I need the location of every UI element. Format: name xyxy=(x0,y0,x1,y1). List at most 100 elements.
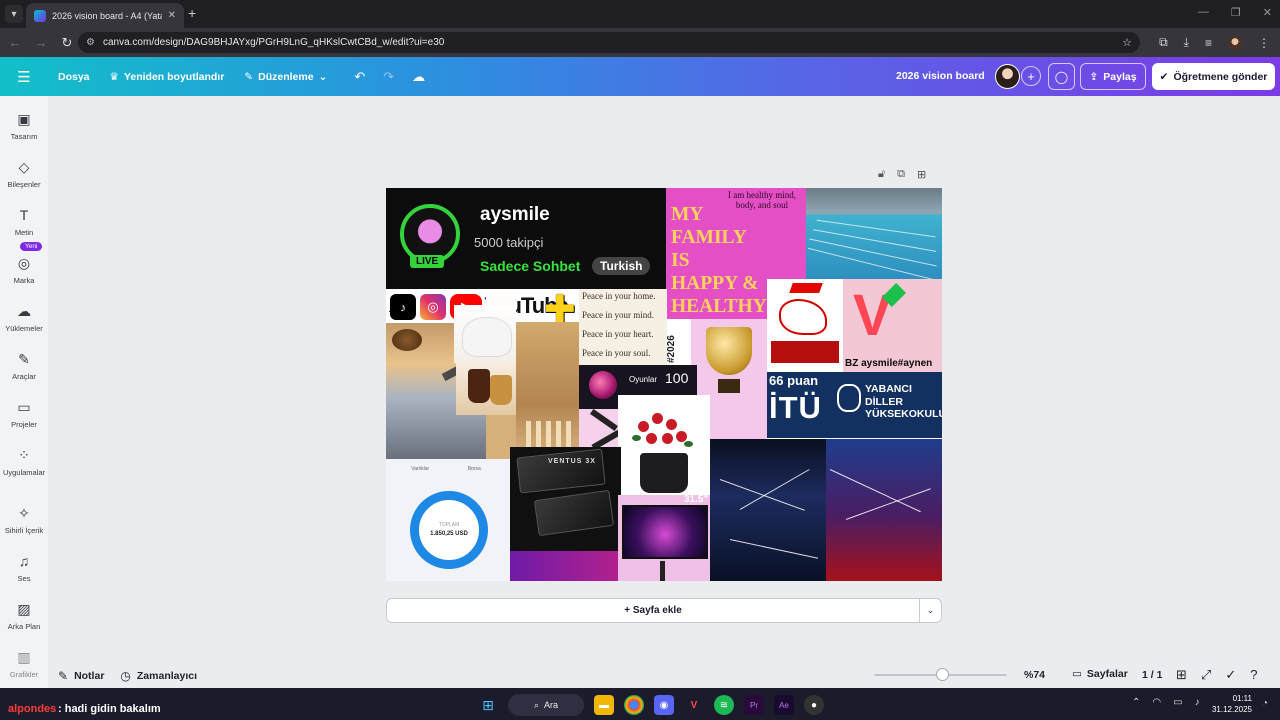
chrome-icon[interactable] xyxy=(624,695,644,715)
monitor-stand xyxy=(660,561,665,581)
help-icon[interactable]: ? xyxy=(1250,667,1257,683)
year-tag-image[interactable]: #2026 xyxy=(667,319,691,369)
file-explorer-icon[interactable]: ▬ xyxy=(594,695,614,715)
after-effects-icon[interactable]: Ae xyxy=(774,695,794,715)
new-tab-button[interactable]: + xyxy=(188,5,196,21)
browser-tab[interactable]: 2026 vision board - A4 (Yatay) ✕ xyxy=(26,3,184,28)
forward-icon[interactable]: → xyxy=(28,35,54,50)
premiere-icon[interactable]: Pr xyxy=(744,695,764,715)
sidebar-item-magic[interactable]: ✧ Sihirli İçerik xyxy=(0,504,48,535)
discord-icon[interactable]: ◉ xyxy=(654,695,674,715)
zoom-value[interactable]: %74 xyxy=(1024,669,1045,681)
share-button[interactable]: ⇪ Paylaş xyxy=(1080,63,1146,90)
sidebar-item-projects[interactable]: ▭ Projeler xyxy=(0,398,48,429)
itu-university-image[interactable]: 66 puan İTÜ YABANCI DİLLER YÜKSEKOKULU xyxy=(767,372,942,438)
notes-button[interactable]: ✎ Notlar xyxy=(58,669,104,683)
resize-button[interactable]: ♛ Yeniden boyutlandır xyxy=(100,57,235,96)
graphics-card-image[interactable]: VENTUS 3X xyxy=(510,447,621,581)
left-sidebar: ▣ Tasarım ◇ Bileşenler T Metin Yeni ◎ Ma… xyxy=(0,96,48,688)
extensions-icon[interactable]: ⧉ xyxy=(1159,35,1168,50)
wallet-balance-image[interactable]: Varlıklar Borsa TOPLAM 1.850,25 USD xyxy=(386,459,510,581)
user-avatar[interactable] xyxy=(995,64,1020,89)
sidebar-item-brand[interactable]: Yeni ◎ Marka xyxy=(0,242,48,285)
sidebar-item-tools[interactable]: ✎ Araçlar xyxy=(0,350,48,381)
pages-button[interactable]: ▭ Sayfalar xyxy=(1072,668,1128,680)
obs-icon[interactable]: ● xyxy=(804,695,824,715)
timer-button[interactable]: ◷ Zamanlayıcı xyxy=(120,669,197,683)
reading-list-icon[interactable]: ≡ xyxy=(1205,36,1212,50)
f1-track-image[interactable] xyxy=(767,279,843,372)
browser-menu-icon[interactable]: ⋮ xyxy=(1258,36,1270,50)
sidebar-item-apps[interactable]: ⁘ Uygulamalar xyxy=(0,446,48,477)
add-collaborator-icon[interactable]: + xyxy=(1021,66,1041,86)
sidebar-item-uploads[interactable]: ☁ Yüklemeler xyxy=(0,302,48,333)
grid-view-icon[interactable]: ⊞ xyxy=(1176,667,1187,683)
swimming-pool-image[interactable] xyxy=(806,188,942,279)
send-to-teacher-button[interactable]: ✔ Öğretmene gönder xyxy=(1152,63,1275,90)
download-icon[interactable]: ⤓ xyxy=(1184,35,1189,50)
volume-icon[interactable]: ♪ xyxy=(1195,697,1200,708)
close-tab-icon[interactable]: ✕ xyxy=(168,10,176,21)
duplicate-page-icon[interactable]: ⧉ xyxy=(897,168,905,181)
add-page-options-icon[interactable]: ⌄ xyxy=(919,598,942,623)
edit-mode-button[interactable]: ✎ Düzenleme ⌄ xyxy=(234,57,337,96)
bookmark-star-icon[interactable]: ☆ xyxy=(1122,36,1132,49)
sidebar-item-text[interactable]: T Metin xyxy=(0,206,48,237)
charts-icon: ▥ xyxy=(17,649,31,665)
add-page-icon[interactable]: ⊞ xyxy=(917,168,926,181)
restore-icon[interactable]: ❐ xyxy=(1231,6,1241,19)
gaming-monitor-image[interactable]: 31.5" xyxy=(618,495,710,581)
add-page-button[interactable]: + Sayfa ekle xyxy=(386,598,920,623)
jam-jars-image[interactable] xyxy=(456,363,516,415)
file-menu-button[interactable]: Dosya xyxy=(48,57,100,96)
cloud-save-icon[interactable]: ☁ xyxy=(403,69,434,85)
minimize-icon[interactable]: — xyxy=(1198,6,1209,19)
design-page[interactable]: LIVE aysmile 5000 takipçi Sadece Sohbet … xyxy=(386,188,942,581)
sidebar-item-audio[interactable]: ♫ Ses xyxy=(0,552,48,583)
festival-stage-image[interactable] xyxy=(826,439,942,581)
wifi-icon[interactable]: ◠ xyxy=(1152,697,1161,708)
profile-avatar[interactable] xyxy=(1228,35,1242,50)
sidebar-item-charts[interactable]: ▥ Grafikler xyxy=(0,648,48,679)
check-icon[interactable]: ✓ xyxy=(1225,667,1236,683)
comment-icon[interactable]: ◯ xyxy=(1048,63,1075,90)
valorant-logo-image[interactable]: V BZ aysmile#aynen xyxy=(843,279,942,372)
close-window-icon[interactable]: ✕ xyxy=(1263,6,1272,19)
notification-bell-icon[interactable]: ◔ xyxy=(1262,698,1268,709)
reload-icon[interactable]: ↻ xyxy=(54,35,80,51)
rgb-glow xyxy=(510,551,621,581)
valorant-taskbar-icon[interactable]: V xyxy=(684,695,704,715)
tray-chevron-icon[interactable]: ⌃ xyxy=(1132,697,1140,708)
redo-icon[interactable]: ↷ xyxy=(374,69,403,85)
peace-quote-image[interactable]: Peace in your home. Peace in your mind. … xyxy=(579,289,667,365)
white-dog-image-2[interactable] xyxy=(454,305,516,363)
undo-icon[interactable]: ↶ xyxy=(345,69,374,85)
url-field[interactable]: ⚙ canva.com/design/DAG9BHJAYxg/PGrH9LnG_… xyxy=(78,32,1140,53)
sidebar-item-background[interactable]: ▨ Arka Plan xyxy=(0,600,48,631)
wallet-tabs: Varlıklar Borsa xyxy=(392,466,500,472)
pencil-icon: ✎ xyxy=(244,70,254,83)
fullscreen-icon[interactable]: ⤢ xyxy=(1201,667,1211,683)
tools-icon: ✎ xyxy=(18,351,30,367)
sidebar-item-elements[interactable]: ◇ Bileşenler xyxy=(0,158,48,189)
roses-vase-image[interactable] xyxy=(618,395,710,499)
lock-icon[interactable]: 🔓︎ xyxy=(878,168,885,181)
sidebar-item-design[interactable]: ▣ Tasarım xyxy=(0,110,48,141)
affirmation-line: MY xyxy=(671,204,704,225)
back-icon[interactable]: ← xyxy=(2,35,28,50)
menu-icon[interactable]: ☰ xyxy=(0,68,48,86)
zoom-slider-thumb[interactable] xyxy=(936,668,949,681)
spotify-icon[interactable]: ≋ xyxy=(714,695,734,715)
windows-start-icon[interactable]: ⊞ xyxy=(478,695,498,715)
taskbar-search[interactable]: ⌕ Ara xyxy=(508,694,584,716)
temple-statue-image[interactable] xyxy=(516,322,579,459)
wallet-tab: Borsa xyxy=(467,466,481,472)
taskbar-clock[interactable]: 01:11 31.12.2025 xyxy=(1208,693,1252,715)
stream-banner-image[interactable]: LIVE aysmile 5000 takipçi Sadece Sohbet … xyxy=(386,188,666,289)
upload-icon: ☁ xyxy=(17,303,31,319)
site-info-icon[interactable]: ⚙ xyxy=(86,37,95,48)
tab-list-button[interactable]: ▾ xyxy=(5,5,23,23)
concert-stage-image[interactable] xyxy=(710,439,826,581)
design-title[interactable]: 2026 vision board xyxy=(896,70,985,82)
battery-icon[interactable]: ▭ xyxy=(1173,697,1182,708)
